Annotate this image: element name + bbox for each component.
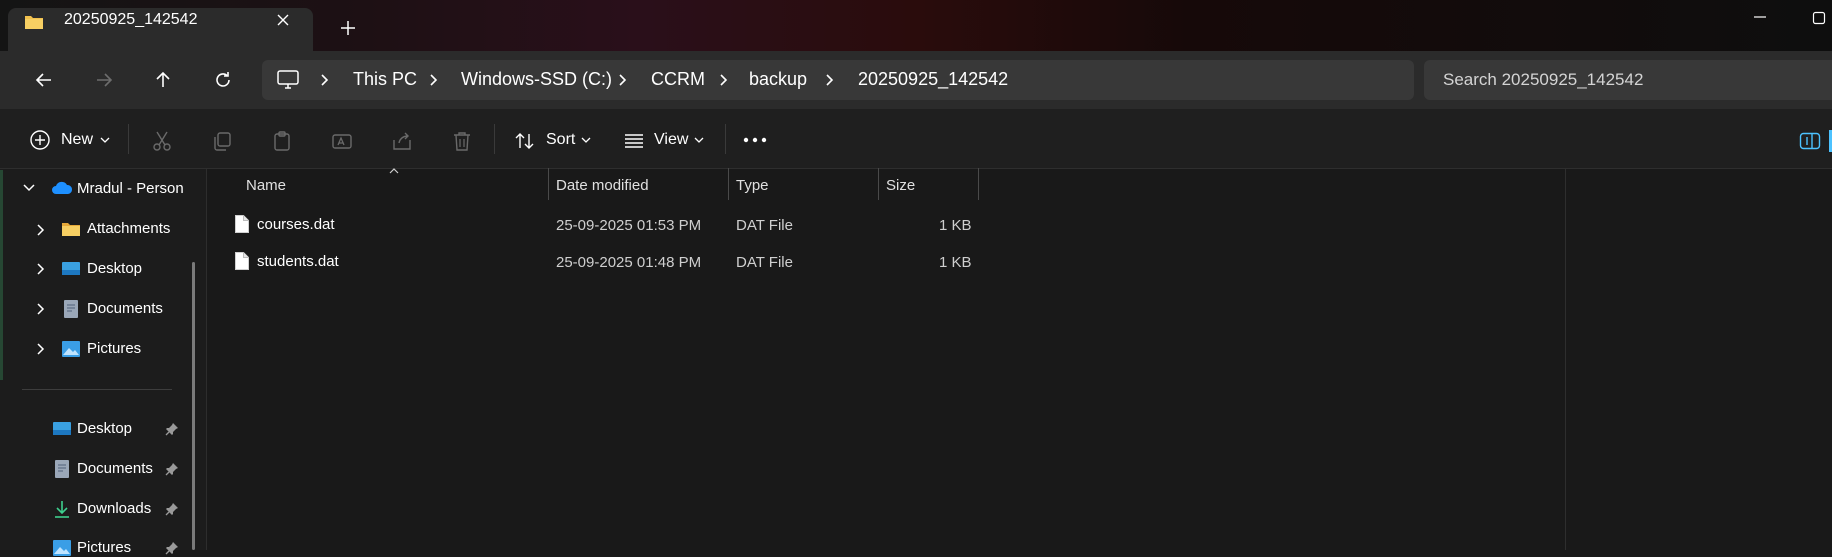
breadcrumb-separator-icon xyxy=(825,73,835,87)
file-type: DAT File xyxy=(736,254,793,271)
refresh-icon[interactable] xyxy=(213,70,233,90)
pin-icon[interactable] xyxy=(165,422,179,436)
more-options-icon[interactable] xyxy=(743,137,767,143)
view-icon[interactable] xyxy=(623,131,645,151)
documents-icon xyxy=(54,459,70,479)
details-pane-border xyxy=(1565,169,1566,550)
chevron-down-icon[interactable] xyxy=(694,137,704,144)
column-divider[interactable] xyxy=(728,168,729,200)
new-button[interactable]: New xyxy=(61,131,93,149)
sidebar-item-desktop[interactable]: Desktop xyxy=(87,260,142,277)
toolbar-divider xyxy=(128,124,129,154)
file-icon xyxy=(234,251,250,271)
cut-icon[interactable] xyxy=(151,130,173,152)
tab-title: 20250925_142542 xyxy=(64,11,198,28)
minimize-icon[interactable] xyxy=(1753,10,1767,24)
breadcrumb-separator-icon xyxy=(618,73,628,87)
breadcrumb-separator-icon xyxy=(429,73,439,87)
chevron-right-icon[interactable] xyxy=(36,302,46,316)
maximize-icon[interactable] xyxy=(1812,11,1826,25)
rename-icon[interactable] xyxy=(331,130,353,152)
chevron-right-icon[interactable] xyxy=(36,223,46,237)
paste-icon[interactable] xyxy=(271,130,293,152)
file-size: 1 KB xyxy=(939,217,972,234)
close-tab-icon[interactable] xyxy=(276,13,290,27)
back-arrow-icon[interactable] xyxy=(34,70,54,90)
sidebar-scrollbar[interactable] xyxy=(192,262,195,550)
file-icon xyxy=(234,214,250,234)
sidebar-item-attachments[interactable]: Attachments xyxy=(87,220,170,237)
breadcrumb-separator-icon xyxy=(320,73,330,87)
breadcrumb-backup[interactable]: backup xyxy=(749,69,807,90)
chevron-down-icon[interactable] xyxy=(100,137,110,144)
quick-access-pictures[interactable]: Pictures xyxy=(77,539,131,556)
file-date: 25-09-2025 01:48 PM xyxy=(556,254,702,271)
column-header-name[interactable]: Name xyxy=(246,177,286,194)
breadcrumb-ccrm[interactable]: CCRM xyxy=(651,69,705,90)
file-size: 1 KB xyxy=(939,254,972,271)
view-button[interactable]: View xyxy=(654,131,688,149)
share-icon[interactable] xyxy=(391,130,413,152)
onedrive-icon xyxy=(51,180,73,196)
quick-access-desktop[interactable]: Desktop xyxy=(77,420,132,437)
delete-icon[interactable] xyxy=(451,130,473,152)
breadcrumb-current-folder[interactable]: 20250925_142542 xyxy=(858,69,1008,90)
copy-icon[interactable] xyxy=(211,130,233,152)
up-arrow-icon[interactable] xyxy=(153,70,173,90)
toolbar-divider xyxy=(494,124,495,154)
new-plus-icon[interactable] xyxy=(29,129,51,151)
sidebar-item-onedrive[interactable]: Mradul - Persona xyxy=(77,180,183,197)
sidebar-item-pictures[interactable]: Pictures xyxy=(87,340,141,357)
chevron-right-icon[interactable] xyxy=(36,342,46,356)
toolbar-divider xyxy=(725,124,726,154)
desktop-icon xyxy=(52,420,72,438)
pin-icon[interactable] xyxy=(165,502,179,516)
details-pane-icon[interactable] xyxy=(1799,132,1821,150)
sort-ascending-icon xyxy=(389,168,399,174)
sort-button[interactable]: Sort xyxy=(546,131,575,149)
new-tab-icon[interactable] xyxy=(340,20,356,36)
file-type: DAT File xyxy=(736,217,793,234)
file-name[interactable]: courses.dat xyxy=(257,216,335,233)
sidebar-item-documents[interactable]: Documents xyxy=(87,300,163,317)
column-header-date[interactable]: Date modified xyxy=(556,177,649,194)
folder-icon xyxy=(24,13,44,31)
chevron-down-icon[interactable] xyxy=(581,137,591,144)
desktop-icon xyxy=(61,260,81,278)
column-divider[interactable] xyxy=(978,168,979,200)
column-header-type[interactable]: Type xyxy=(736,177,769,194)
breadcrumb-drive[interactable]: Windows-SSD (C:) xyxy=(461,69,612,90)
folder-icon xyxy=(61,220,81,238)
breadcrumb-separator-icon xyxy=(719,73,729,87)
pin-icon[interactable] xyxy=(165,462,179,476)
column-divider[interactable] xyxy=(878,168,879,200)
file-date: 25-09-2025 01:53 PM xyxy=(556,217,702,234)
quick-access-downloads[interactable]: Downloads xyxy=(77,500,151,517)
sort-icon[interactable] xyxy=(514,130,536,152)
quick-access-documents[interactable]: Documents xyxy=(77,460,153,477)
breadcrumb-this-pc[interactable]: This PC xyxy=(353,69,417,90)
pin-icon[interactable] xyxy=(165,541,179,555)
file-name[interactable]: students.dat xyxy=(257,253,339,270)
this-pc-icon xyxy=(276,69,300,91)
pictures-icon xyxy=(61,340,81,358)
forward-arrow-icon[interactable] xyxy=(94,70,114,90)
search-placeholder[interactable]: Search 20250925_142542 xyxy=(1443,70,1643,90)
sidebar-divider xyxy=(22,389,172,390)
column-divider[interactable] xyxy=(548,168,549,200)
documents-icon xyxy=(63,299,79,319)
chevron-down-icon[interactable] xyxy=(22,183,36,193)
chevron-right-icon[interactable] xyxy=(36,262,46,276)
column-header-size[interactable]: Size xyxy=(886,177,915,194)
pictures-icon xyxy=(52,539,72,557)
window-edge-accent xyxy=(0,170,3,380)
download-icon xyxy=(53,499,71,519)
